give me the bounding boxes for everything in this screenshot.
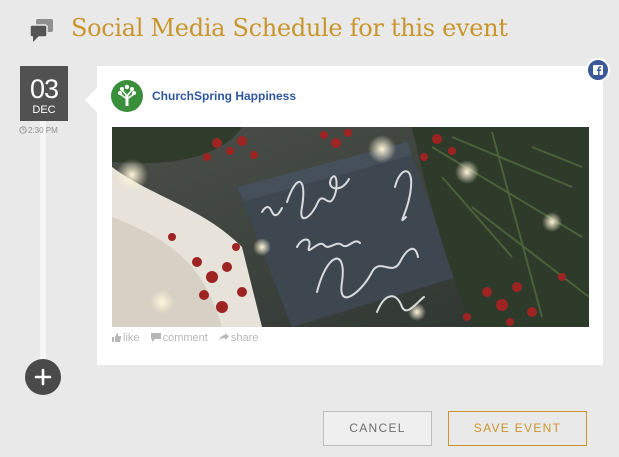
plus-icon <box>34 368 52 386</box>
comment-icon <box>150 333 161 342</box>
tree-logo-icon <box>118 84 136 106</box>
clock-icon <box>19 126 27 134</box>
post-preview-card: ChurchSpring Happiness like comment shar… <box>97 66 603 365</box>
facebook-icon <box>586 58 610 82</box>
time-row: 2:30 PM <box>19 126 58 135</box>
chat-bubbles-icon <box>29 19 55 43</box>
page-title: Social Media Schedule for this event <box>71 14 508 42</box>
add-post-button[interactable] <box>25 359 61 395</box>
save-event-button[interactable]: SAVE EVENT <box>448 411 587 446</box>
date-month: DEC <box>32 104 56 116</box>
share-action[interactable]: share <box>218 332 259 344</box>
like-action[interactable]: like <box>112 332 140 344</box>
comment-label: comment <box>162 332 208 344</box>
post-image <box>112 127 589 327</box>
share-label: share <box>230 332 259 344</box>
share-icon <box>218 333 229 341</box>
avatar <box>111 80 143 112</box>
date-day: 03 <box>29 74 59 104</box>
comment-action[interactable]: comment <box>150 332 208 344</box>
post-actions: like comment share <box>112 332 266 344</box>
like-label: like <box>123 332 140 344</box>
account-name: ChurchSpring Happiness <box>152 89 297 103</box>
cancel-button[interactable]: CANCEL <box>323 411 432 446</box>
post-time: 2:30 PM <box>28 126 58 135</box>
date-box: 03 DEC <box>20 66 68 121</box>
timeline-line <box>40 120 46 380</box>
thumbs-up-icon <box>112 333 121 342</box>
